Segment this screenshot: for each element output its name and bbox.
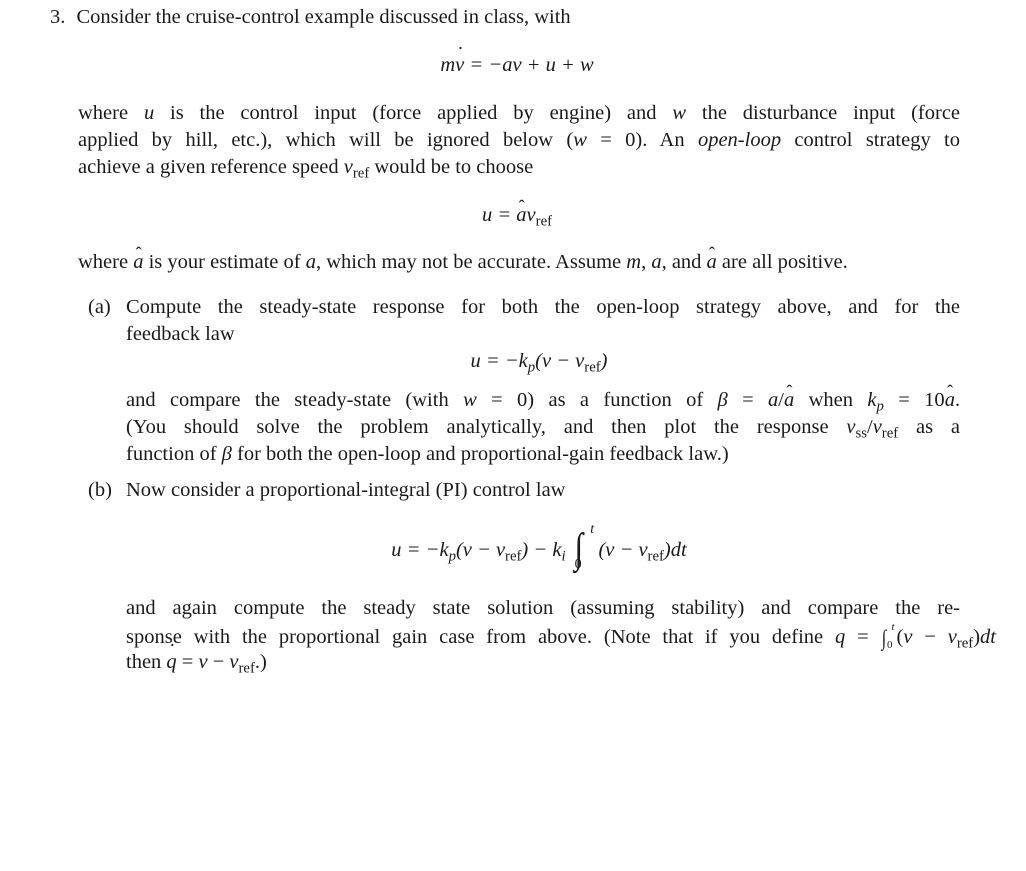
problem-page: 3. Consider the cruise-control example d…: [0, 0, 1026, 871]
para1-line1: where u is the control input (force appl…: [78, 102, 961, 124]
part-a-line4: (You should solve the problem analytical…: [126, 416, 960, 442]
part-a-line3: and compare the steady-state (with w = 0…: [126, 387, 960, 414]
para1-line3: achieve a given reference speed vref wou…: [78, 156, 534, 182]
part-a-line5: function of β for both the open-loop and…: [126, 443, 729, 465]
part-b-label: (b): [88, 479, 112, 501]
problem-intro: Consider the cruise-control example disc…: [76, 6, 571, 28]
equation-p-feedback: u = −kp(v − vref): [470, 350, 608, 376]
part-b-line3: sponse with the proportional gain case f…: [126, 621, 996, 652]
equation-pi-control: u = −kp(v − vref) − ki ∫ t 0 (v − vref)dt: [391, 522, 687, 572]
part-a-label: (a): [88, 296, 111, 318]
equation-dynamics: mv = −av + u + w: [4, 52, 1026, 79]
problem-number: 3.: [50, 6, 66, 28]
part-b-line4: then q = v − vref.): [126, 649, 267, 676]
part-a-line2: feedback law: [126, 323, 235, 345]
part-b-line1: Now consider a proportional-integral (PI…: [126, 479, 566, 501]
equation-open-loop: u = avref: [4, 202, 1026, 229]
problem-intro-line: 3. Consider the cruise-control example d…: [50, 4, 571, 31]
open-loop-emph: open-loop: [697, 129, 782, 151]
integral-sign: ∫ t 0: [574, 522, 595, 572]
part-b-line2: and again compute the steady state solut…: [126, 597, 960, 619]
part-a-line1: Compute the steady-state response for bo…: [126, 296, 960, 318]
para1-line2: applied by hill, etc.), which will be ig…: [78, 129, 961, 151]
para2: where a is your estimate of a, which may…: [78, 249, 848, 276]
